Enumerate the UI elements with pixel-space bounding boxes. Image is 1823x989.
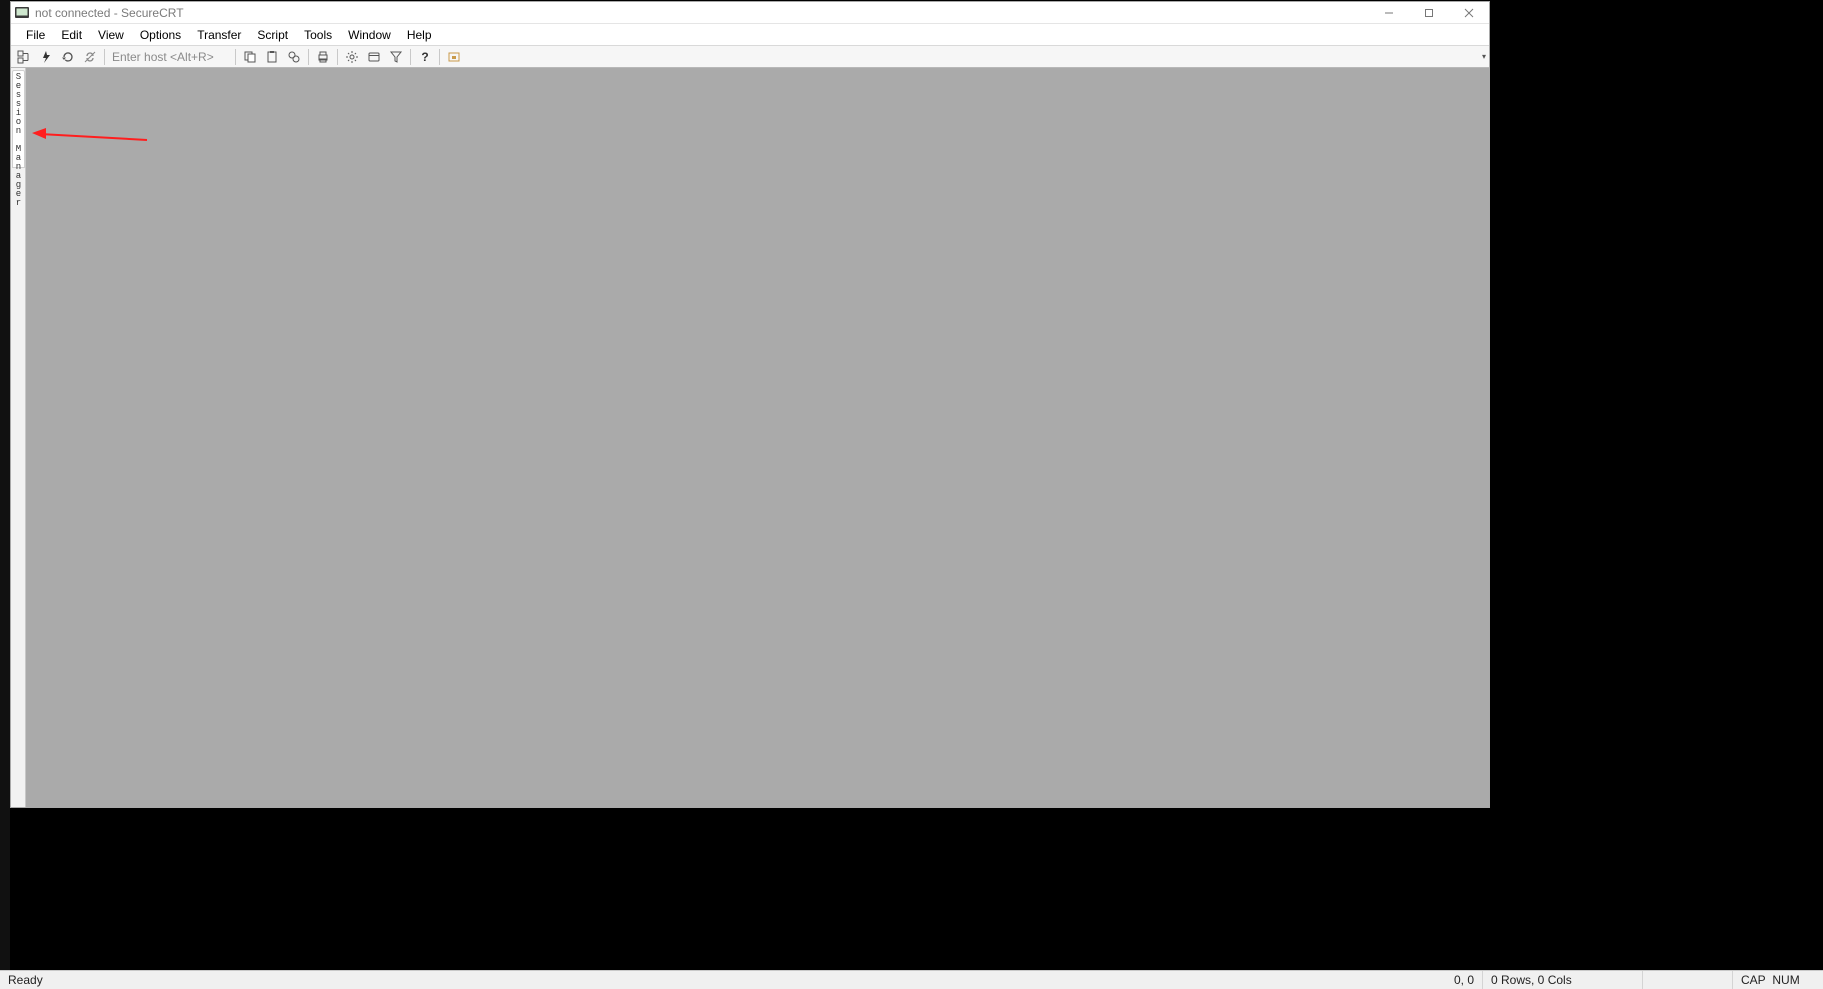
menu-window[interactable]: Window	[340, 26, 399, 44]
window-title: not connected - SecureCRT	[35, 6, 184, 20]
toolbar-separator	[337, 49, 338, 65]
toolbar: ? ▾	[11, 46, 1489, 68]
toolbar-separator	[410, 49, 411, 65]
print-icon[interactable]	[313, 47, 333, 67]
status-empty	[1643, 971, 1733, 989]
toolbar-overflow-icon[interactable]: ▾	[1479, 47, 1489, 67]
session-manager-label: Session Manager	[16, 71, 21, 208]
secure-fx-icon[interactable]	[444, 47, 464, 67]
help-icon[interactable]: ?	[415, 47, 435, 67]
disconnect-icon[interactable]	[80, 47, 100, 67]
desktop-background-strip	[0, 0, 10, 989]
close-button[interactable]	[1449, 2, 1489, 23]
menu-help[interactable]: Help	[399, 26, 440, 44]
window-controls	[1369, 2, 1489, 23]
status-caps-label: CAP	[1741, 973, 1766, 987]
filter-icon[interactable]	[386, 47, 406, 67]
main-body: Session Manager	[11, 68, 1489, 807]
find-icon[interactable]	[284, 47, 304, 67]
status-cursor-position: 0, 0	[1393, 971, 1483, 989]
menu-transfer[interactable]: Transfer	[189, 26, 249, 44]
menu-script[interactable]: Script	[249, 26, 296, 44]
menu-options[interactable]: Options	[132, 26, 189, 44]
settings-icon[interactable]	[342, 47, 362, 67]
status-ready: Ready	[0, 971, 51, 989]
menu-file[interactable]: File	[18, 26, 53, 44]
status-keyboard: CAP NUM	[1733, 971, 1823, 989]
menu-tools[interactable]: Tools	[296, 26, 340, 44]
status-terminal-size: 0 Rows, 0 Cols	[1483, 971, 1643, 989]
reconnect-icon[interactable]	[58, 47, 78, 67]
toolbar-separator	[235, 49, 236, 65]
menubar: File Edit View Options Transfer Script T…	[11, 24, 1489, 46]
session-manager-tab-inner: Session Manager	[12, 70, 25, 168]
host-input[interactable]	[108, 48, 232, 66]
session-manager-tab[interactable]: Session Manager	[11, 68, 26, 807]
paste-icon[interactable]	[262, 47, 282, 67]
terminal-area[interactable]	[26, 68, 1489, 807]
quick-connect-icon[interactable]	[36, 47, 56, 67]
svg-text:?: ?	[421, 50, 428, 64]
statusbar: Ready 0, 0 0 Rows, 0 Cols CAP NUM	[0, 970, 1823, 989]
maximize-button[interactable]	[1409, 2, 1449, 23]
toolbar-separator	[439, 49, 440, 65]
toolbar-separator	[308, 49, 309, 65]
session-options-icon[interactable]	[364, 47, 384, 67]
minimize-button[interactable]	[1369, 2, 1409, 23]
securecrt-window: not connected - SecureCRT File Edit View…	[10, 1, 1490, 808]
titlebar: not connected - SecureCRT	[11, 2, 1489, 24]
toolbar-separator	[104, 49, 105, 65]
annotation-arrow-icon	[32, 126, 152, 146]
menu-edit[interactable]: Edit	[53, 26, 90, 44]
menu-view[interactable]: View	[90, 26, 132, 44]
app-icon	[14, 5, 30, 21]
copy-icon[interactable]	[240, 47, 260, 67]
connect-icon[interactable]	[14, 47, 34, 67]
status-num-label: NUM	[1772, 973, 1799, 987]
